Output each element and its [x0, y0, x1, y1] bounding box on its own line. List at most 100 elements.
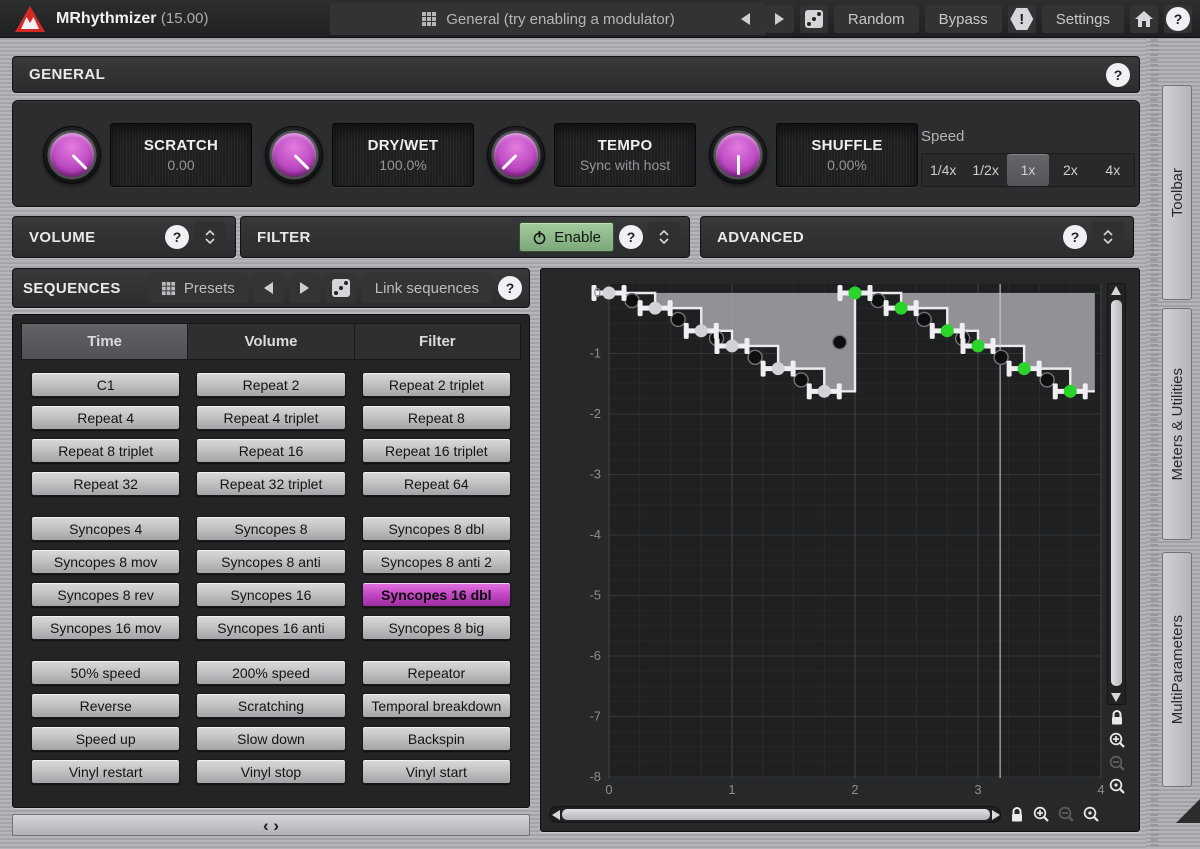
- tab-meters-utilities[interactable]: Meters & Utilities: [1162, 308, 1192, 540]
- curvature-handle[interactable]: [1040, 373, 1054, 387]
- sequence-preset-button[interactable]: Repeat 64: [362, 471, 511, 496]
- sequence-preset-button[interactable]: Speed up: [31, 726, 180, 751]
- horizontal-zoom-fit-icon[interactable]: [1082, 805, 1100, 823]
- horizontal-zoom-in-icon[interactable]: [1032, 805, 1050, 823]
- sequence-preset-button[interactable]: Repeat 2 triplet: [362, 372, 511, 397]
- scroll-left-icon[interactable]: [552, 810, 560, 820]
- sequence-preset-button[interactable]: Slow down: [196, 726, 345, 751]
- tempo-display[interactable]: TEMPO Sync with host: [554, 123, 696, 187]
- sequence-tab-filter[interactable]: Filter: [355, 324, 520, 359]
- advanced-collapse-spinner[interactable]: [1092, 222, 1124, 252]
- tempo-knob[interactable]: [487, 126, 545, 184]
- link-sequences-button[interactable]: Link sequences: [362, 273, 492, 303]
- random-button[interactable]: Random: [834, 5, 919, 33]
- sequence-preset-button[interactable]: 50% speed: [31, 660, 180, 685]
- curvature-handle[interactable]: [994, 350, 1008, 364]
- randomize-button[interactable]: [800, 5, 828, 33]
- curvature-handle[interactable]: [833, 335, 847, 349]
- sequence-tab-volume[interactable]: Volume: [188, 324, 354, 359]
- sequence-preset-button[interactable]: Scratching: [196, 693, 345, 718]
- next-preset-button[interactable]: [766, 5, 794, 33]
- speed-option[interactable]: 2x: [1049, 154, 1091, 186]
- sequence-preset-button[interactable]: Syncopes 8 mov: [31, 549, 180, 574]
- vertical-zoom-in-icon[interactable]: [1108, 731, 1126, 749]
- filter-help-button[interactable]: ?: [619, 225, 643, 249]
- scratch-display[interactable]: SCRATCH 0.00: [110, 123, 252, 187]
- horizontal-scroll-thumb[interactable]: [562, 809, 990, 820]
- sequence-preset-button[interactable]: Reverse: [31, 693, 180, 718]
- sequence-preset-button[interactable]: Syncopes 8 rev: [31, 582, 180, 607]
- sequence-preset-button[interactable]: Repeator: [362, 660, 511, 685]
- sequence-preset-button[interactable]: Syncopes 16: [196, 582, 345, 607]
- bypass-button[interactable]: Bypass: [925, 5, 1002, 33]
- sequence-preset-button[interactable]: C1: [31, 372, 180, 397]
- volume-panel-header[interactable]: VOLUME ?: [12, 216, 236, 258]
- curvature-handle[interactable]: [671, 312, 685, 326]
- sequence-preset-button[interactable]: Syncopes 8 anti 2: [362, 549, 511, 574]
- home-button[interactable]: [1130, 5, 1158, 33]
- curvature-handle[interactable]: [794, 373, 808, 387]
- sequence-preset-button[interactable]: Repeat 4 triplet: [196, 405, 345, 430]
- filter-enable-button[interactable]: Enable: [519, 222, 614, 252]
- sequence-tab-time[interactable]: Time: [22, 324, 188, 359]
- sequence-preset-button[interactable]: Syncopes 4: [31, 516, 180, 541]
- graph-horizontal-scrollbar[interactable]: [549, 806, 1001, 823]
- sequence-graph[interactable]: 0-1-2-3-4-5-6-7-801234: [541, 269, 1141, 833]
- shuffle-knob[interactable]: [709, 126, 767, 184]
- sequence-preset-button[interactable]: Syncopes 16 dbl: [362, 582, 511, 607]
- sequence-preset-button[interactable]: Repeat 8: [362, 405, 511, 430]
- help-button[interactable]: ?: [1164, 5, 1192, 33]
- sequence-preset-button[interactable]: Repeat 32 triplet: [196, 471, 345, 496]
- horizontal-zoom-lock-icon[interactable]: [1009, 806, 1025, 823]
- speed-option[interactable]: 1x: [1007, 154, 1049, 186]
- resize-corner-handle[interactable]: [1176, 799, 1200, 823]
- graph-vertical-scrollbar[interactable]: [1107, 283, 1126, 705]
- sequence-preset-button[interactable]: Syncopes 8: [196, 516, 345, 541]
- sequence-preset-button[interactable]: Backspin: [362, 726, 511, 751]
- sequence-preset-button[interactable]: Syncopes 8 big: [362, 615, 511, 640]
- tab-toolbar[interactable]: Toolbar: [1162, 85, 1192, 300]
- filter-panel-header[interactable]: FILTER Enable ?: [240, 216, 690, 258]
- sequence-preset-button[interactable]: Repeat 8 triplet: [31, 438, 180, 463]
- vertical-zoom-lock-icon[interactable]: [1109, 709, 1125, 726]
- scroll-right-icon[interactable]: [992, 810, 1000, 820]
- sequence-preset-button[interactable]: Vinyl stop: [196, 759, 345, 784]
- vertical-zoom-fit-icon[interactable]: [1108, 777, 1126, 795]
- vertical-scroll-thumb[interactable]: [1111, 300, 1122, 686]
- sequence-preset-button[interactable]: Repeat 2: [196, 372, 345, 397]
- drywet-display[interactable]: DRY/WET 100.0%: [332, 123, 474, 187]
- scroll-up-icon[interactable]: [1111, 286, 1121, 295]
- preset-selector[interactable]: General (try enabling a modulator): [330, 3, 766, 35]
- volume-collapse-spinner[interactable]: [194, 222, 226, 252]
- tab-multiparameters[interactable]: MultiParameters: [1162, 552, 1192, 787]
- advanced-help-button[interactable]: ?: [1063, 225, 1087, 249]
- sequence-preset-button[interactable]: 200% speed: [196, 660, 345, 685]
- general-help-button[interactable]: ?: [1106, 63, 1130, 87]
- prev-preset-button[interactable]: [732, 5, 760, 33]
- sequence-preset-button[interactable]: Repeat 16 triplet: [362, 438, 511, 463]
- vertical-zoom-out-icon[interactable]: [1108, 754, 1126, 772]
- sequences-help-button[interactable]: ?: [498, 276, 522, 300]
- sequence-preset-button[interactable]: Syncopes 16 mov: [31, 615, 180, 640]
- speed-option[interactable]: 1/2x: [964, 154, 1006, 186]
- sequence-preset-button[interactable]: Vinyl start: [362, 759, 511, 784]
- scratch-knob[interactable]: [43, 126, 101, 184]
- settings-button[interactable]: Settings: [1042, 5, 1124, 33]
- sequences-resize-bar[interactable]: ‹ ›: [12, 814, 530, 836]
- sequence-random-button[interactable]: [326, 273, 356, 303]
- sequence-prev-button[interactable]: [254, 273, 284, 303]
- shuffle-display[interactable]: SHUFFLE 0.00%: [776, 123, 918, 187]
- sequence-preset-button[interactable]: Repeat 32: [31, 471, 180, 496]
- curvature-handle[interactable]: [871, 294, 885, 308]
- drywet-knob[interactable]: [265, 126, 323, 184]
- sequence-next-button[interactable]: [290, 273, 320, 303]
- sequence-preset-button[interactable]: Repeat 4: [31, 405, 180, 430]
- speed-option[interactable]: 1/4x: [922, 154, 964, 186]
- sequence-preset-button[interactable]: Repeat 16: [196, 438, 345, 463]
- curvature-handle[interactable]: [748, 350, 762, 364]
- sequence-preset-button[interactable]: Syncopes 16 anti: [196, 615, 345, 640]
- sequence-preset-button[interactable]: Syncopes 8 anti: [196, 549, 345, 574]
- advanced-panel-header[interactable]: ADVANCED ?: [700, 216, 1134, 258]
- sequence-preset-button[interactable]: Vinyl restart: [31, 759, 180, 784]
- volume-help-button[interactable]: ?: [165, 225, 189, 249]
